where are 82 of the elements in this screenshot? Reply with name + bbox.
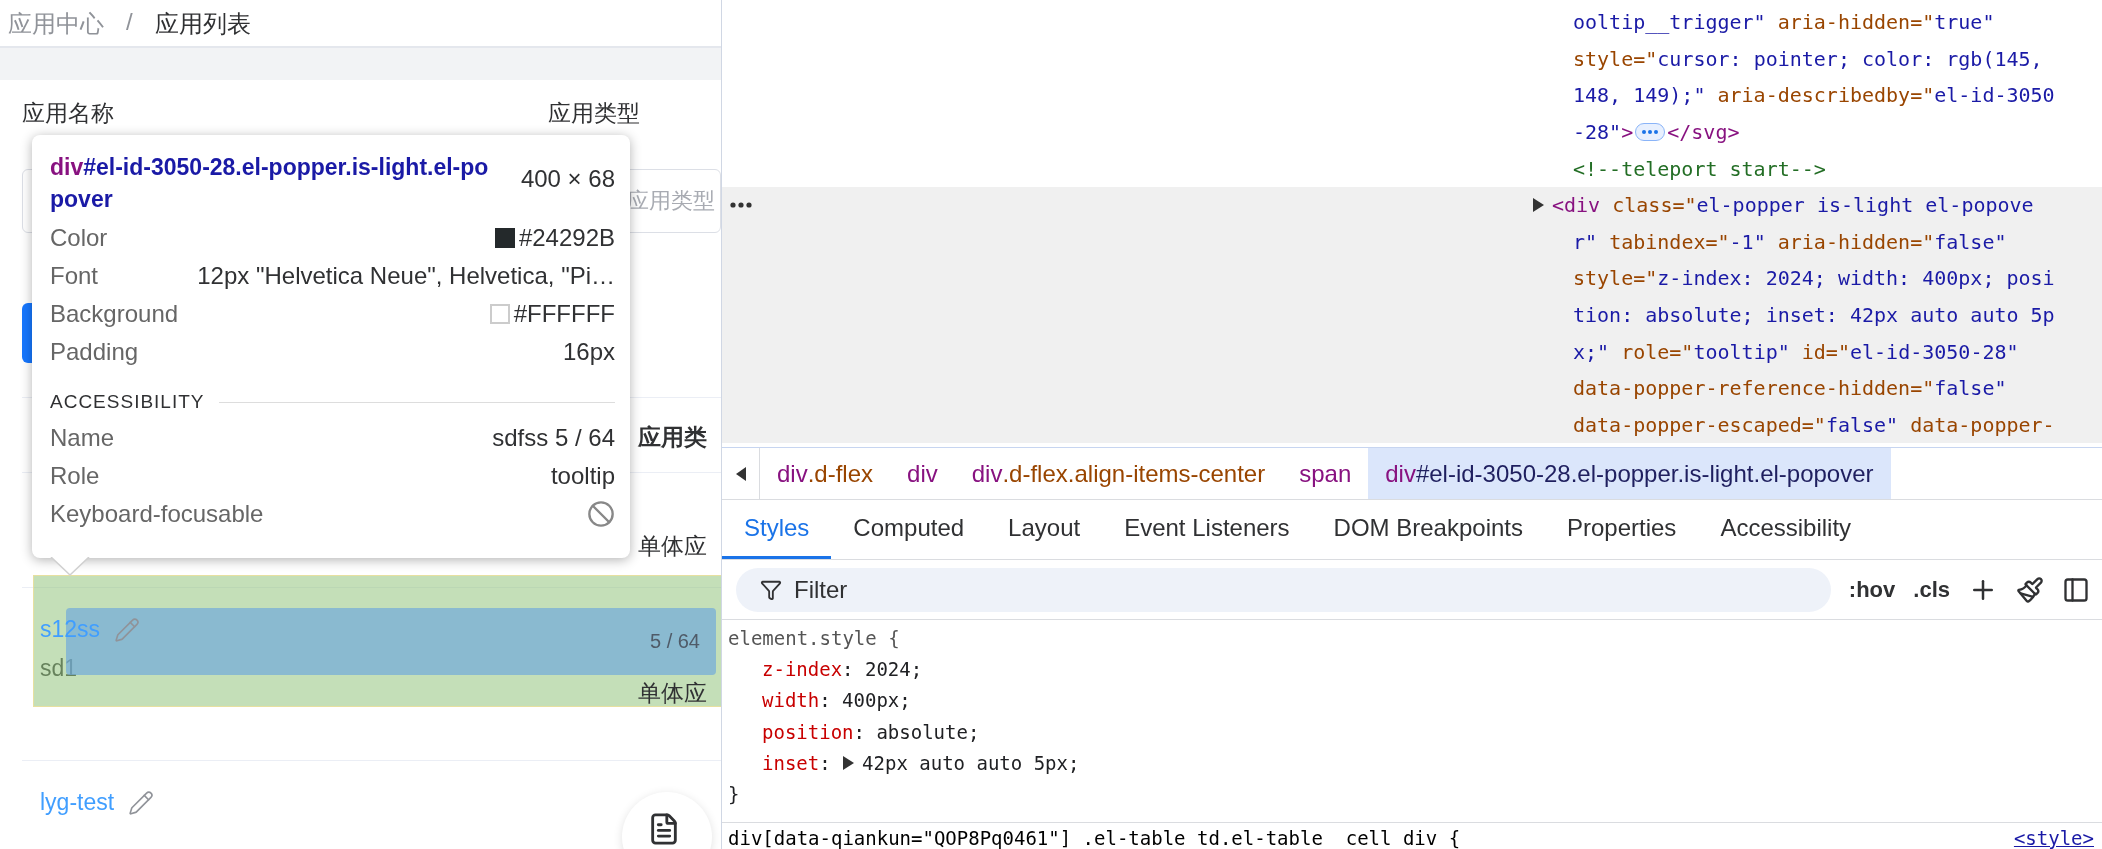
dom-breadcrumb[interactable]: div [890, 448, 955, 499]
dom-breadcrumb[interactable]: div#el-id-3050-28.el-popper.is-light.el-popover [1368, 448, 1891, 499]
dom-node-row[interactable]: r" tabindex="-1" aria-hidden="false" [722, 223, 2102, 261]
source-link[interactable]: <style> [2013, 826, 2094, 849]
property-label: Name [50, 424, 115, 452]
code-text: z-index: 2024; [762, 658, 923, 680]
code-text: position: absolute; [762, 720, 980, 743]
panel-tab[interactable]: Layout [986, 500, 1103, 559]
panel-tab[interactable]: Computed [831, 500, 987, 559]
property-label: Keyboard-focusable [50, 500, 264, 528]
property-label: Role [50, 462, 100, 490]
code-text: element.style { [728, 626, 900, 649]
code-text: } [728, 783, 740, 806]
code-text: <!--teleport start--> [1573, 156, 1826, 181]
code-text: <div class="el-popper is-light el-popove [1552, 193, 2034, 218]
dom-node-row[interactable]: data-popper-escaped="false" data-popper- [722, 406, 2102, 444]
sidebar-toggle-icon[interactable] [2062, 575, 2090, 604]
table-cell-text: 单体应 [638, 532, 707, 561]
breadcrumb-separator: / [126, 8, 133, 36]
dom-node-row[interactable]: -28"> </svg> [722, 113, 2102, 151]
dom-node-row[interactable]: x;" role="tooltip" id="el-id-3050-28" [722, 333, 2102, 370]
code-text: x;" role="tooltip" id="el-id-3050-28" [1573, 339, 2019, 364]
dom-node-row[interactable]: style="z-index: 2024; width: 400px; posi [722, 260, 2102, 297]
ellipsis-button[interactable] [1635, 123, 1666, 142]
panel-tab[interactable]: Event Listeners [1102, 500, 1312, 559]
expand-triangle-icon[interactable] [1532, 198, 1544, 213]
toggle-button[interactable]: .cls [1913, 576, 1950, 603]
property-value: tooltip [550, 462, 615, 490]
code-text: inset: [762, 751, 832, 774]
panel-tab[interactable]: Accessibility [1698, 500, 1874, 559]
code-text: width: 400px; [762, 689, 911, 712]
property-label: Background [50, 300, 179, 328]
property-label: Color [50, 224, 108, 252]
dom-node-row[interactable]: style="cursor: pointer; color: rgb(145, [722, 40, 2102, 78]
dom-node-row[interactable]: 148, 149);" aria-describedby="el-id-3050 [722, 77, 2102, 114]
section-heading: ACCESSIBILITY [50, 391, 205, 413]
filter-icon [760, 578, 782, 601]
code-text: r" tabindex="-1" aria-hidden="false" [1573, 229, 2007, 254]
element-selector: div#el-id-3050-28.el-popper.is-light.el-popover [50, 153, 490, 214]
field-label: 应用类型 [548, 99, 640, 128]
css-selector: div[data-qiankun="QOP8Pq0461"] .el-table td.el-table__cell div { [728, 826, 1461, 849]
code-text: style="cursor: pointer; color: rgb(145, [1573, 46, 2043, 71]
panel-tab[interactable]: DOM Breakpoints [1311, 500, 1545, 559]
dom-node-row[interactable]: tion: absolute; inset: 42px auto auto 5p [722, 296, 2102, 334]
dom-node-row[interactable]: <!--teleport start--> [722, 150, 2102, 187]
code-text: 148, 149);" aria-describedby="el-id-3050 [1573, 83, 2055, 108]
breadcrumb-current: 应用列表 [154, 9, 251, 39]
dom-node-row[interactable]: <div class="el-popper is-light el-popove [722, 186, 2102, 224]
dom-node-row[interactable]: ooltip__trigger" aria-hidden="true" [722, 4, 2102, 41]
edit-icon[interactable] [128, 789, 155, 816]
code-text: style="z-index: 2024; width: 400px; posi [1573, 266, 2055, 291]
table-cell-text: sd1 [39, 655, 78, 682]
property-value: #FFFFFF [513, 300, 615, 328]
field-label: 应用名称 [22, 99, 114, 128]
filter-field[interactable]: Filter [736, 567, 1831, 612]
code-text: </svg> [1667, 120, 1740, 145]
code-text: 42px auto auto 5px; [862, 751, 1080, 774]
table-cell-text: 单体应 [638, 679, 707, 708]
code-text: data-popper-reference-hidden="false" [1573, 376, 2007, 401]
property-value: sdfss 5 / 64 [492, 424, 615, 452]
property-value: 16px [562, 338, 615, 366]
more-icon[interactable] [730, 202, 752, 209]
code-text: ooltip__trigger" aria-hidden="true" [1573, 10, 1995, 35]
dom-breadcrumb[interactable]: div.d-flex.align-items-center [954, 448, 1283, 499]
dom-node-row[interactable]: data-popper-reference-hidden="false" [722, 369, 2102, 407]
panel-tab[interactable]: Properties [1545, 500, 1699, 559]
toggle-button[interactable]: :hov [1848, 576, 1896, 603]
property-value: 12px "Helvetica Neue", Helvetica, "Pi… [197, 262, 615, 290]
character-counter: 5 / 64 [649, 630, 700, 653]
dom-breadcrumb[interactable]: div.d-flex [760, 448, 891, 499]
dom-breadcrumb[interactable]: span [1282, 448, 1369, 499]
brush-icon[interactable] [2016, 575, 2044, 604]
code-text: -28"> [1573, 120, 1634, 145]
panel-tab[interactable]: Styles [722, 500, 832, 559]
expand-triangle-icon[interactable] [842, 755, 855, 770]
column-header: 应用类 [638, 423, 707, 452]
code-text: tion: absolute; inset: 42px auto auto 5p [1573, 303, 2055, 328]
triangle-left-icon [735, 466, 746, 481]
dots-icon [1642, 130, 1659, 135]
property-label: Padding [50, 338, 139, 366]
code-text: data-popper-escaped="false" data-popper- [1573, 412, 2055, 437]
property-label: Font [50, 262, 99, 290]
